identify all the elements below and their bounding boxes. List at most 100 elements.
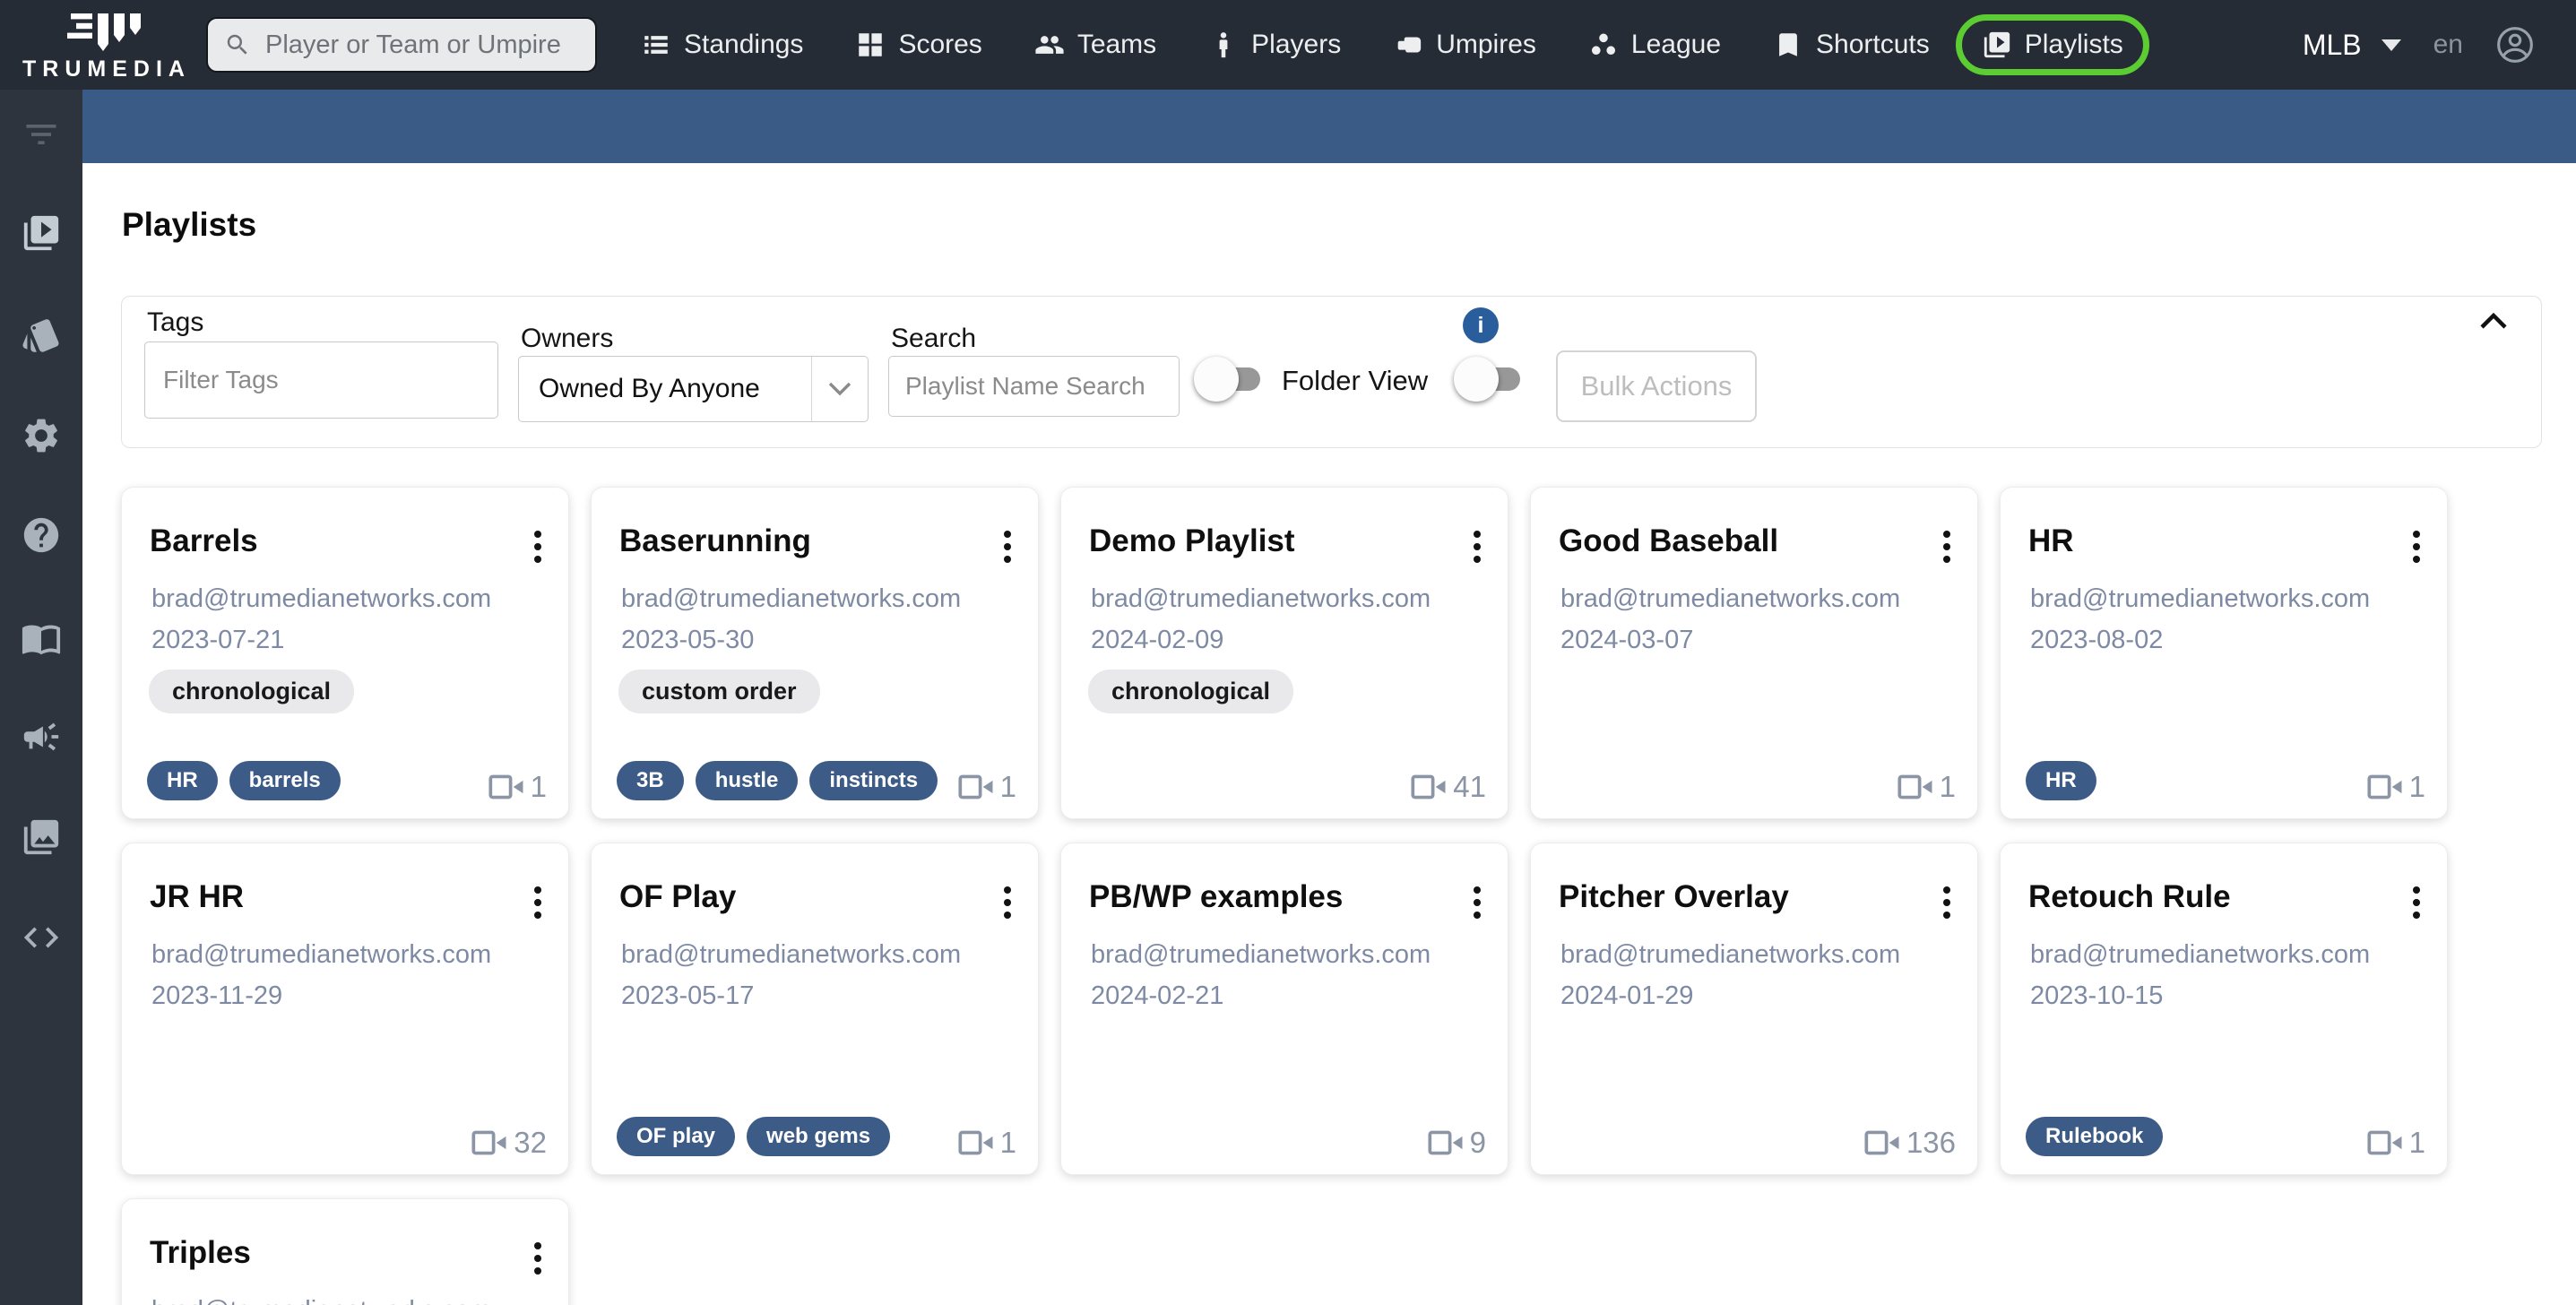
main-nav: Standings Scores Teams Players Umpires League…: [615, 14, 2149, 75]
nav-item-scores[interactable]: Scores: [829, 14, 1007, 75]
playlist-date: 2023-05-30: [621, 626, 755, 654]
playlist-card[interactable]: Demo Playlist brad@trumedianetworks.com …: [1060, 487, 1508, 819]
nav-item-teams[interactable]: Teams: [1008, 14, 1182, 75]
playlist-card[interactable]: OF Play brad@trumedianetworks.com 2023-0…: [591, 843, 1039, 1175]
sidebar-tags-icon[interactable]: [21, 315, 62, 356]
playlist-owner: brad@trumedianetworks.com: [621, 940, 962, 969]
nav-item-umpires[interactable]: Umpires: [1367, 14, 1562, 75]
language-selector[interactable]: en: [2433, 30, 2463, 60]
playlist-title: Retouch Rule: [2028, 879, 2231, 914]
nav-item-label: Umpires: [1436, 30, 1536, 59]
help-icon: [23, 517, 59, 553]
sidebar-playlists-icon[interactable]: [21, 212, 62, 254]
user-avatar-icon[interactable]: [2495, 25, 2535, 65]
kebab-menu-icon[interactable]: [1470, 883, 1484, 922]
folder-view-toggle[interactable]: [1194, 357, 1266, 402]
toggle-knob: [1454, 357, 1499, 402]
video-count: 1: [1897, 770, 1956, 804]
nav-item-players[interactable]: Players: [1182, 14, 1367, 75]
caret-down-icon: [2381, 39, 2401, 51]
sidebar-filter-icon[interactable]: [22, 115, 61, 154]
video-count: 136: [1864, 1126, 1956, 1160]
playlist-search-input[interactable]: [888, 356, 1180, 417]
video-camera-icon: [1428, 1130, 1463, 1155]
kebab-menu-icon[interactable]: [531, 883, 545, 922]
tags-label: Tags: [147, 307, 204, 337]
nav-item-playlists[interactable]: Playlists: [1955, 14, 2149, 75]
playlist-owner: brad@trumedianetworks.com: [151, 584, 492, 613]
kebab-menu-icon[interactable]: [1000, 527, 1015, 566]
video-count: 1: [958, 1126, 1016, 1160]
kebab-menu-icon[interactable]: [531, 527, 545, 566]
trumedia-logo-icon: [67, 13, 141, 51]
playlist-tag-list: HR barrels: [147, 761, 341, 800]
tags-filter-input[interactable]: [144, 341, 498, 419]
playlist-owner: brad@trumedianetworks.com: [2030, 940, 2371, 969]
playlist-owner: brad@trumedianetworks.com: [1091, 940, 1431, 969]
list-icon: [644, 36, 668, 54]
video-count-number: 1: [2408, 1126, 2425, 1159]
video-camera-icon: [2367, 1130, 2402, 1155]
announcements-megaphone-icon: [23, 722, 59, 751]
sidebar-code-icon[interactable]: [21, 917, 62, 958]
playlist-card[interactable]: HR brad@trumedianetworks.com 2023-08-02 …: [2000, 487, 2448, 819]
league-dropdown[interactable]: MLB: [2303, 29, 2401, 62]
tag-pill: barrels: [229, 761, 341, 800]
bulk-actions-toggle[interactable]: [1454, 357, 1526, 402]
bookmark-icon: [1779, 33, 1797, 56]
playlist-owner: brad@trumedianetworks.com: [1091, 584, 1431, 613]
info-icon[interactable]: i: [1463, 307, 1499, 343]
playlist-card[interactable]: Triples brad@trumedianetworks.com: [121, 1198, 569, 1305]
kebab-menu-icon[interactable]: [2409, 527, 2424, 566]
playlist-owner: brad@trumedianetworks.com: [621, 584, 962, 613]
nav-item-standings[interactable]: Standings: [615, 14, 829, 75]
kebab-menu-icon[interactable]: [1000, 883, 1015, 922]
video-count-number: 1: [530, 770, 547, 803]
tag-pill: web gems: [747, 1117, 891, 1156]
playlist-date: 2024-02-09: [1091, 626, 1224, 654]
collapse-panel-chevron-up-icon[interactable]: [2478, 311, 2509, 331]
playlist-card[interactable]: Barrels brad@trumedianetworks.com 2023-0…: [121, 487, 569, 819]
sort-order-badge: chronological: [149, 670, 355, 713]
kebab-menu-icon[interactable]: [2409, 883, 2424, 922]
settings-gear-icon: [25, 419, 57, 453]
tag-pill: 3B: [617, 761, 684, 800]
kebab-menu-icon[interactable]: [531, 1239, 545, 1278]
page-title: Playlists: [122, 206, 257, 243]
playlist-card[interactable]: Baserunning brad@trumedianetworks.com 20…: [591, 487, 1039, 819]
playlist-card[interactable]: Retouch Rule brad@trumedianetworks.com 2…: [2000, 843, 2448, 1175]
kebab-menu-icon[interactable]: [1940, 883, 1954, 922]
video-count-number: 9: [1469, 1126, 1486, 1159]
video-camera-icon: [2367, 774, 2402, 799]
left-sidebar: [0, 90, 82, 1305]
playlist-card[interactable]: Good Baseball brad@trumedianetworks.com …: [1530, 487, 1978, 819]
playlist-date: 2024-01-29: [1560, 981, 1694, 1010]
trumedia-logo[interactable]: TRUMEDIA: [22, 8, 185, 82]
nav-item-label: Standings: [684, 30, 804, 59]
bulk-actions-button[interactable]: Bulk Actions: [1556, 350, 1757, 422]
video-count-number: 1: [999, 1126, 1016, 1159]
playlist-title: Baserunning: [619, 523, 811, 558]
owners-select[interactable]: Owned By Anyone: [518, 356, 869, 422]
playlist-card[interactable]: JR HR brad@trumedianetworks.com 2023-11-…: [121, 843, 569, 1175]
nav-item-shortcuts[interactable]: Shortcuts: [1747, 14, 1956, 75]
playlist-owner: brad@trumedianetworks.com: [2030, 584, 2371, 613]
video-count: 1: [958, 770, 1016, 804]
folder-view-label: Folder View: [1282, 365, 1429, 396]
video-count-number: 32: [514, 1126, 547, 1159]
sidebar-settings-gear-icon[interactable]: [21, 415, 62, 456]
playlist-title: Pitcher Overlay: [1559, 879, 1789, 914]
kebab-menu-icon[interactable]: [1940, 527, 1954, 566]
kebab-menu-icon[interactable]: [1470, 527, 1484, 566]
sidebar-help-icon[interactable]: [21, 514, 62, 556]
nav-item-league[interactable]: League: [1562, 14, 1747, 75]
playlist-card[interactable]: Pitcher Overlay brad@trumedianetworks.co…: [1530, 843, 1978, 1175]
playlist-date: 2023-10-15: [2030, 981, 2164, 1010]
playlist-date: 2023-05-17: [621, 981, 755, 1010]
sidebar-gallery-images-icon[interactable]: [21, 817, 62, 858]
sidebar-docs-book-icon[interactable]: [21, 618, 62, 659]
global-search-input[interactable]: [264, 29, 579, 61]
playlist-card[interactable]: PB/WP examples brad@trumedianetworks.com…: [1060, 843, 1508, 1175]
sidebar-announcements-megaphone-icon[interactable]: [21, 716, 62, 757]
video-count: 1: [2367, 770, 2425, 804]
